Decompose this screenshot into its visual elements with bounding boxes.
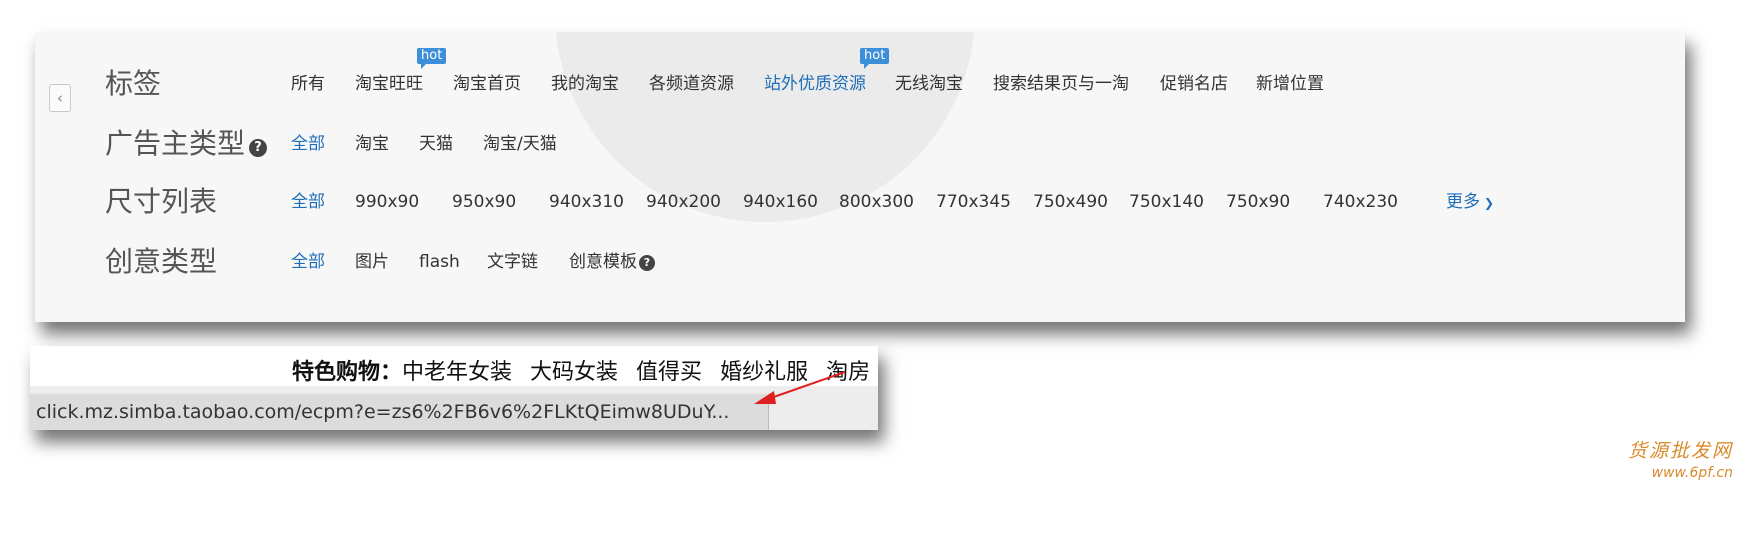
question-circle-icon[interactable]: ?: [639, 255, 655, 271]
watermark-url: www.6pf.cn: [1651, 465, 1733, 481]
advertiser-option-active[interactable]: 全部: [291, 124, 325, 164]
size-option[interactable]: 740x230: [1323, 182, 1398, 222]
featured-shopping-title: 特色购物：: [292, 360, 403, 385]
size-option[interactable]: 770x345: [936, 182, 1011, 222]
watermark: 货源批发网 www.6pf.cn: [1628, 436, 1733, 481]
shop-link[interactable]: 中老年女装: [402, 360, 512, 385]
size-option[interactable]: 940x160: [743, 182, 818, 222]
tag-option[interactable]: 淘宝首页: [453, 64, 521, 104]
size-option[interactable]: 940x200: [646, 182, 721, 222]
creative-option[interactable]: 创意模板?: [569, 242, 655, 282]
hot-badge: hot: [860, 48, 890, 69]
creative-option-active[interactable]: 全部: [291, 242, 325, 282]
tag-option[interactable]: 搜索结果页与一淘: [993, 64, 1129, 104]
tag-option[interactable]: 我的淘宝: [551, 64, 619, 104]
creative-type-label: 创意类型: [105, 245, 218, 278]
size-option-active[interactable]: 全部: [291, 182, 325, 222]
size-option[interactable]: 800x300: [839, 182, 914, 222]
size-option[interactable]: 950x90: [452, 182, 516, 222]
tag-option-active[interactable]: 站外优质资源 hot: [764, 48, 890, 104]
tag-option[interactable]: 促销名店: [1160, 64, 1228, 104]
tag-option[interactable]: 淘宝旺旺 hot: [355, 48, 447, 104]
more-button[interactable]: 更多 ❯: [1446, 182, 1494, 223]
advertiser-type-row: 广告主类型? 全部 淘宝 天猫 淘宝/天猫: [35, 124, 1685, 164]
creative-option[interactable]: flash: [419, 242, 460, 282]
creative-option[interactable]: 文字链: [487, 242, 538, 282]
advertiser-type-label: 广告主类型: [105, 127, 246, 160]
question-circle-icon[interactable]: ?: [249, 139, 268, 157]
size-option[interactable]: 750x90: [1226, 182, 1290, 222]
shop-link[interactable]: 大码女装: [530, 360, 618, 385]
advertiser-type-label-wrap: 广告主类型?: [105, 124, 268, 164]
tag-option[interactable]: 无线淘宝: [895, 64, 963, 104]
tag-option[interactable]: 各频道资源: [649, 64, 734, 104]
tags-row: 标签 所有 淘宝旺旺 hot 淘宝首页 我的淘宝 各频道资源 站外优质资源 hot …: [35, 48, 1685, 104]
size-option[interactable]: 750x140: [1129, 182, 1204, 222]
creative-type-row: 创意类型 全部 图片 flash 文字链 创意模板?: [35, 242, 1685, 282]
tags-label: 标签: [105, 67, 162, 100]
status-bar-url: click.mz.simba.taobao.com/ecpm?e=zs6%2FB…: [30, 394, 769, 430]
watermark-text: 货源批发网: [1627, 440, 1733, 462]
tag-option[interactable]: 新增位置: [1256, 64, 1324, 104]
browser-crop: 特色购物：中老年女装 大码女装 值得买 婚纱礼服 淘房 click.mz.simba.t…: [30, 346, 878, 430]
advertiser-option[interactable]: 淘宝/天猫: [483, 124, 557, 164]
red-arrow-annotation: [754, 371, 846, 404]
size-option[interactable]: 940x310: [549, 182, 624, 222]
advertiser-option[interactable]: 淘宝: [355, 124, 389, 164]
creative-option[interactable]: 图片: [355, 242, 389, 282]
size-option[interactable]: 750x490: [1033, 182, 1108, 222]
hot-badge: hot: [417, 48, 447, 69]
filter-panel: ‹ 标签 所有 淘宝旺旺 hot 淘宝首页 我的淘宝 各频道资源 站外优质资源 ho…: [35, 32, 1685, 322]
chevron-down-icon: ❯: [1484, 196, 1495, 210]
size-list-label: 尺寸列表: [105, 185, 218, 218]
tag-option[interactable]: 所有: [291, 64, 325, 104]
advertiser-option[interactable]: 天猫: [419, 124, 453, 164]
size-option[interactable]: 990x90: [355, 182, 419, 222]
shop-link[interactable]: 值得买: [636, 360, 702, 385]
size-list-row: 尺寸列表 全部 990x90 950x90 940x310 940x200 94…: [35, 182, 1685, 222]
